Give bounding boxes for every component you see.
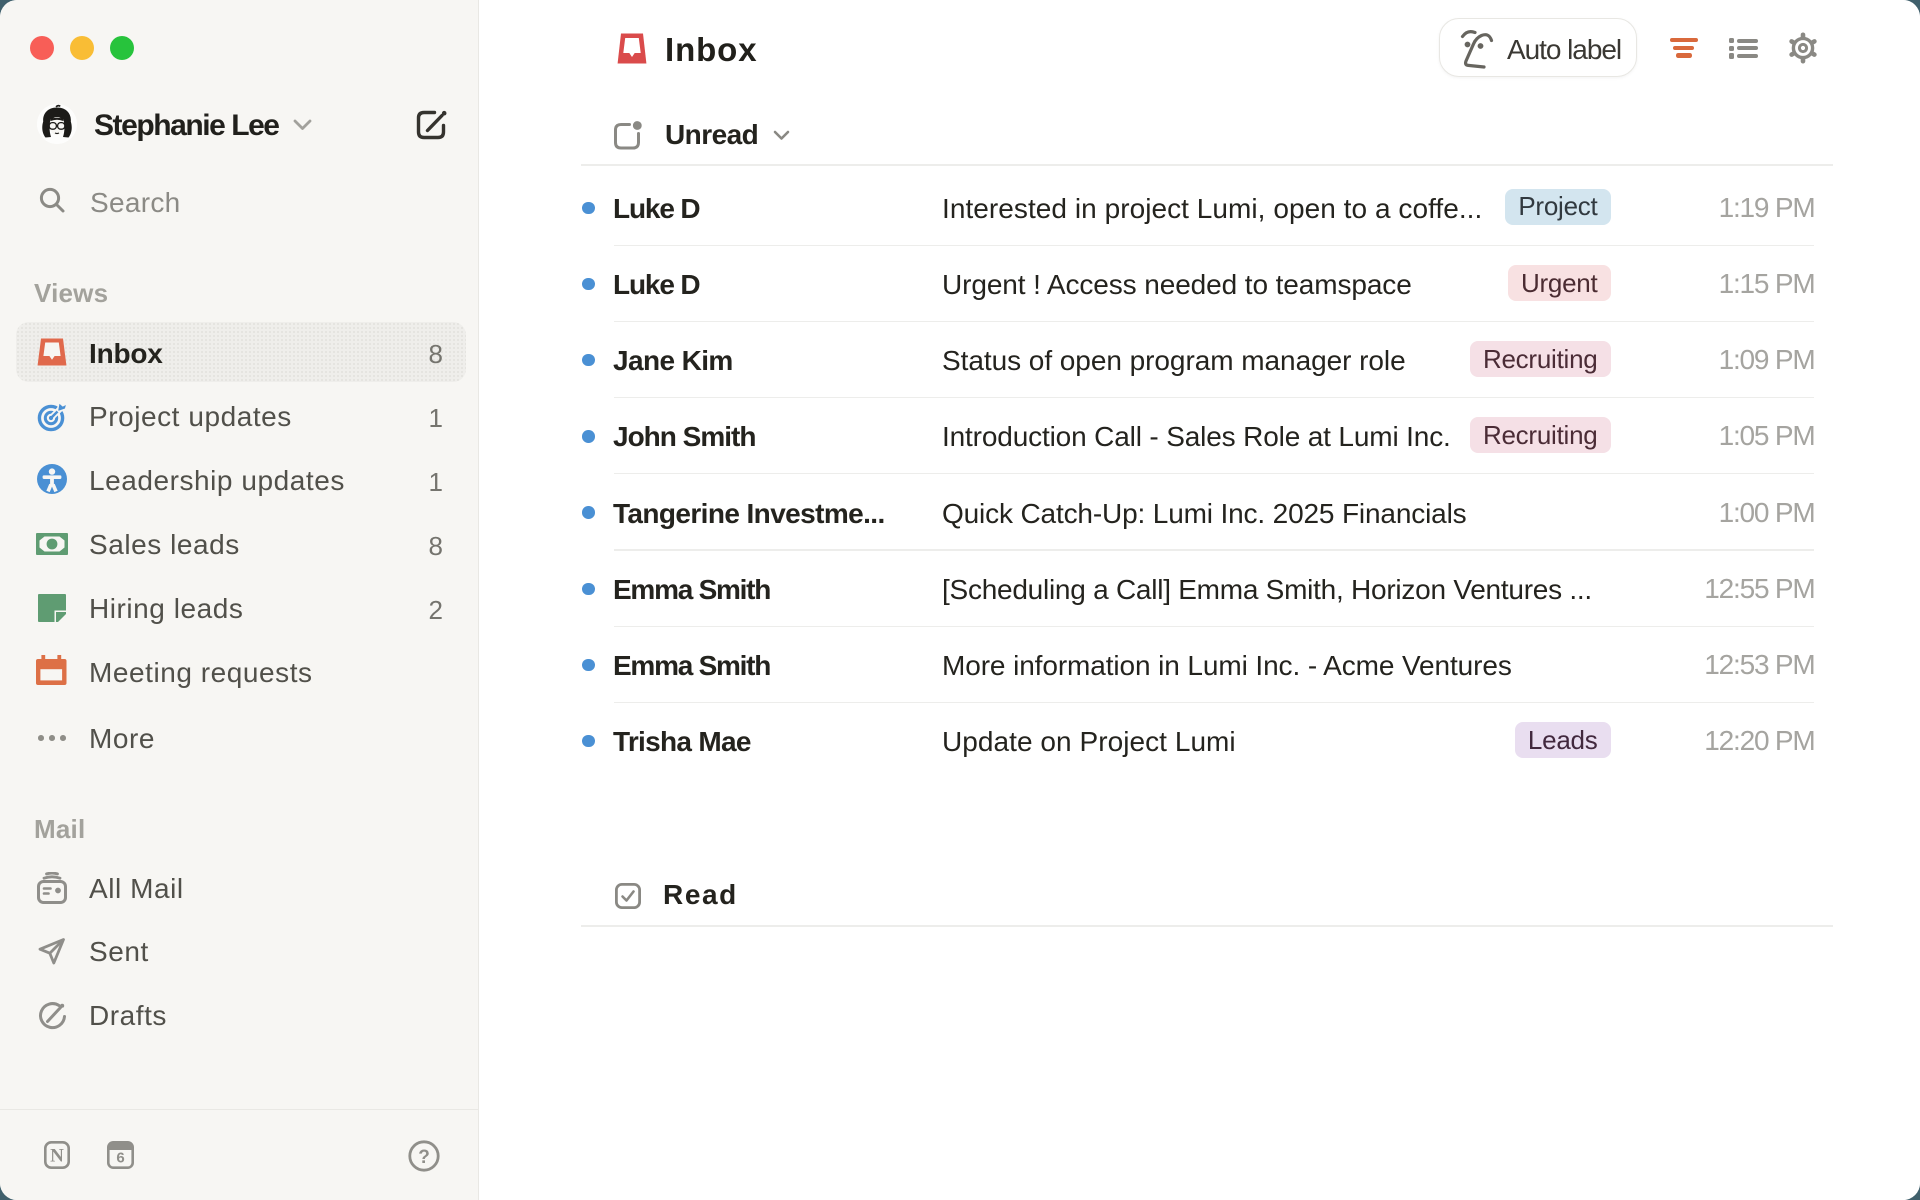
- svg-text:N: N: [50, 1146, 64, 1167]
- svg-text:6: 6: [116, 1150, 124, 1167]
- svg-text:?: ?: [418, 1147, 430, 1168]
